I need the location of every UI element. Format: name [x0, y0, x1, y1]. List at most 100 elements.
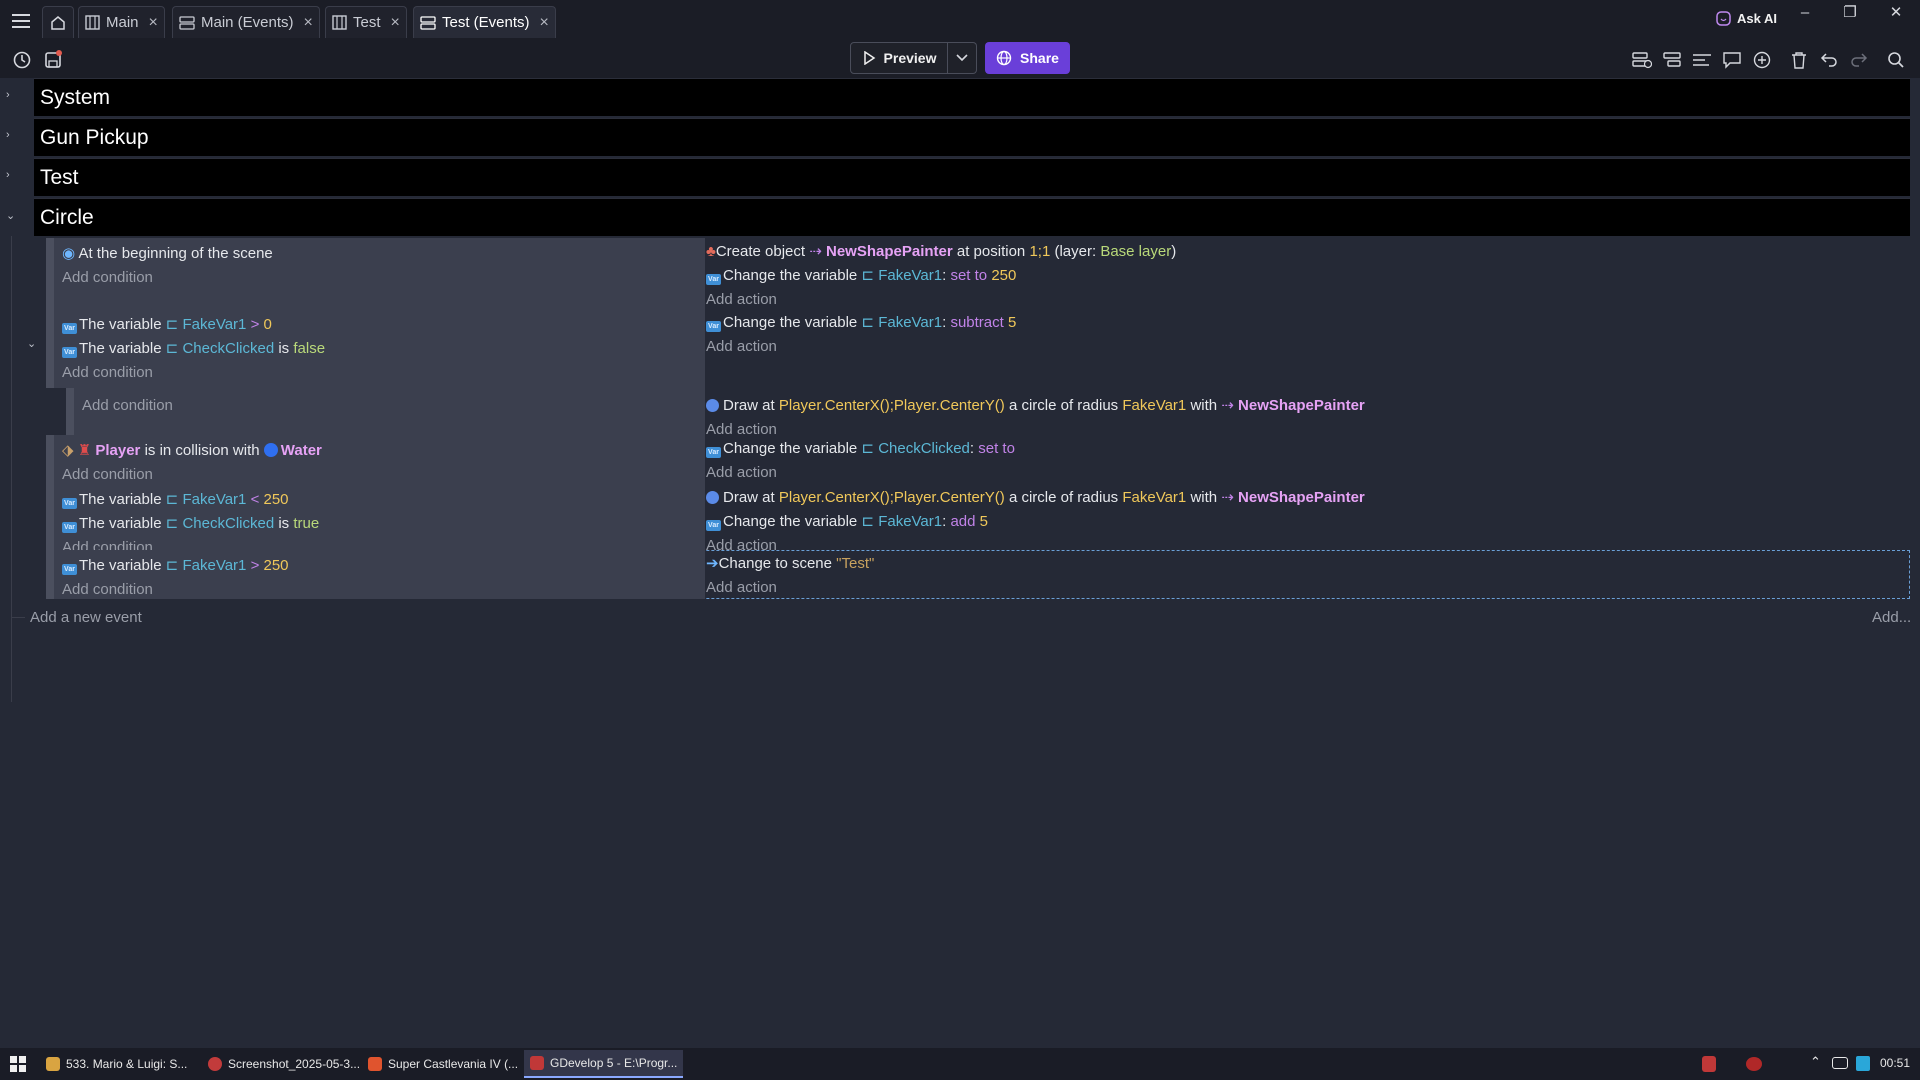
actions-panel[interactable]: ➔Change to scene "Test" Add action [706, 550, 1910, 599]
close-icon[interactable]: × [391, 14, 400, 32]
close-icon[interactable]: × [149, 14, 158, 32]
add-standard-event-icon[interactable] [1628, 46, 1656, 74]
ask-ai-button[interactable]: Ask AI [1716, 6, 1777, 30]
add-condition-link[interactable]: Add condition [62, 361, 705, 385]
share-button[interactable]: Share [985, 42, 1070, 74]
clock: 00:51 [1880, 1056, 1911, 1070]
chevron-down-icon[interactable]: ⌄ [6, 209, 20, 222]
tab-main[interactable]: Main × [78, 6, 165, 38]
conditions-panel[interactable]: Var The variable ⊏ FakeVar1 < 250 Var The … [46, 484, 705, 557]
condition[interactable]: Var The variable ⊏ CheckClicked is true [62, 512, 705, 536]
actions-panel[interactable]: Draw at Player.CenterX();Player.CenterY(… [706, 388, 1910, 438]
conditions-panel[interactable]: Add condition [66, 388, 705, 435]
home-tab[interactable] [42, 6, 74, 38]
close-icon[interactable]: × [304, 14, 313, 32]
action[interactable]: ♣Create object ⇢ NewShapePainter at posi… [706, 240, 1910, 264]
add-condition-link[interactable]: Add condition [62, 266, 705, 290]
add-action-link[interactable]: Add action [706, 576, 1910, 600]
preview-dropdown-button[interactable] [948, 42, 977, 74]
taskbar-item-screenshot[interactable]: Screenshot_2025-05-3... [202, 1050, 366, 1078]
actions-panel[interactable]: ♣Create object ⇢ NewShapePainter at posi… [706, 238, 1910, 309]
param-value: 250 [263, 491, 289, 508]
tray-app-icon[interactable] [1856, 1056, 1870, 1071]
shape-painter-icon: ⇢ [1221, 489, 1234, 506]
history-icon[interactable] [8, 46, 36, 74]
add-action-link[interactable]: Add action [706, 461, 1910, 485]
add-comment-icon[interactable] [1718, 46, 1746, 74]
tab-test-events[interactable]: Test (Events) × [413, 6, 556, 38]
param-value: 250 [263, 557, 289, 574]
close-icon[interactable]: × [540, 14, 549, 32]
windows-start-icon[interactable] [10, 1056, 26, 1077]
group-test[interactable]: Test [34, 158, 1910, 196]
chevron-up-icon[interactable]: ⌃ [1810, 1054, 1821, 1070]
sub-event-3[interactable]: Add condition Draw at Player.CenterX();P… [66, 388, 1910, 438]
chevron-right-icon[interactable]: › [6, 129, 20, 141]
add-new-event-link[interactable]: Add a new event [30, 609, 142, 626]
add-group-icon[interactable] [1688, 46, 1716, 74]
actions-panel[interactable]: Draw at Player.CenterX();Player.CenterY(… [706, 484, 1910, 557]
event-2[interactable]: Var The variable ⊏ FakeVar1 > 0 Var The va… [46, 309, 1910, 388]
condition[interactable]: Var The variable ⊏ CheckClicked is false [62, 337, 705, 361]
variable-link-icon: ⊏ [861, 267, 875, 284]
tab-test[interactable]: Test × [325, 6, 407, 38]
tab-main-events[interactable]: Main (Events) × [172, 6, 320, 38]
object-name: NewShapePainter [825, 243, 953, 260]
event-4[interactable]: ⬗ ♜ Player is in collision with Water Ad… [46, 435, 1910, 484]
actions-panel[interactable]: Var Change the variable ⊏ CheckClicked: s… [706, 435, 1910, 484]
operator: set to [950, 267, 988, 284]
taskbar-item-gdevelop[interactable]: GDevelop 5 - E:\Progr... [524, 1050, 684, 1078]
action[interactable]: Draw at Player.CenterX();Player.CenterY(… [706, 486, 1910, 510]
conditions-panel[interactable]: Var The variable ⊏ FakeVar1 > 0 Var The va… [46, 309, 705, 388]
undo-icon[interactable] [1815, 46, 1843, 74]
action[interactable]: Var Change the variable ⊏ CheckClicked: s… [706, 437, 1910, 461]
conditions-panel[interactable]: ⬗ ♜ Player is in collision with Water Ad… [46, 435, 705, 484]
condition[interactable]: ◉ At the beginning of the scene [62, 242, 705, 266]
restore-icon[interactable]: ❐ [1830, 0, 1870, 24]
event-1[interactable]: ◉ At the beginning of the scene Add cond… [46, 238, 1910, 309]
save-icon[interactable] [39, 46, 67, 74]
add-condition-link[interactable]: Add condition [62, 578, 705, 602]
action[interactable]: Var Change the variable ⊏ FakeVar1: set t… [706, 264, 1910, 288]
add-action-link[interactable]: Add action [706, 335, 1910, 359]
condition[interactable]: Var The variable ⊏ FakeVar1 > 0 [62, 313, 705, 337]
minimize-icon[interactable]: – [1785, 0, 1825, 24]
tray-app-icon[interactable] [1746, 1057, 1762, 1071]
action[interactable]: Draw at Player.CenterX();Player.CenterY(… [706, 394, 1910, 418]
action[interactable]: Var Change the variable ⊏ FakeVar1: subtr… [706, 311, 1910, 335]
hamburger-menu-icon[interactable] [6, 6, 36, 36]
group-system[interactable]: System [34, 78, 1910, 116]
conditions-panel[interactable]: Var The variable ⊏ FakeVar1 > 250 Add con… [46, 550, 705, 599]
actions-panel[interactable]: Var Change the variable ⊏ FakeVar1: subtr… [706, 309, 1910, 388]
event-5[interactable]: Var The variable ⊏ FakeVar1 < 250 Var The … [46, 484, 1910, 557]
action[interactable]: Var Change the variable ⊏ FakeVar1: add 5 [706, 510, 1910, 534]
object-name: Player [95, 442, 141, 459]
group-gun-pickup[interactable]: Gun Pickup [34, 118, 1910, 156]
condition[interactable]: Var The variable ⊏ FakeVar1 > 250 [62, 554, 705, 578]
add-more-button[interactable]: Add... [1872, 609, 1911, 626]
add-sub-event-icon[interactable] [1659, 46, 1687, 74]
collapse-subevents-icon[interactable]: ⌄ [27, 337, 36, 350]
search-icon[interactable] [1882, 46, 1910, 74]
delete-icon[interactable] [1785, 46, 1813, 74]
add-icon[interactable] [1748, 46, 1776, 74]
taskbar-item-mario[interactable]: 533. Mario & Luigi: S... [40, 1050, 193, 1078]
shape-painter-icon: ⇢ [809, 243, 822, 260]
action[interactable]: ➔Change to scene "Test" [706, 552, 1910, 576]
water-sprite-icon [263, 443, 278, 457]
condition[interactable]: ⬗ ♜ Player is in collision with Water [62, 439, 705, 463]
ask-ai-label: Ask AI [1737, 10, 1777, 26]
group-circle[interactable]: Circle [34, 198, 1910, 236]
condition[interactable]: Var The variable ⊏ FakeVar1 < 250 [62, 488, 705, 512]
tray-app-icon[interactable] [1702, 1056, 1716, 1072]
preview-button[interactable]: Preview [850, 42, 948, 74]
taskbar-item-castlevania[interactable]: Super Castlevania IV (... [362, 1050, 524, 1078]
window-close-icon[interactable]: ✕ [1876, 0, 1916, 24]
action-text: with [1190, 397, 1218, 414]
conditions-panel[interactable]: ◉ At the beginning of the scene Add cond… [46, 238, 705, 309]
chevron-right-icon[interactable]: › [6, 89, 20, 101]
controller-icon[interactable] [1832, 1057, 1848, 1069]
add-condition-link[interactable]: Add condition [82, 394, 705, 418]
event-6[interactable]: Var The variable ⊏ FakeVar1 > 250 Add con… [46, 550, 1910, 599]
chevron-right-icon[interactable]: › [6, 169, 20, 181]
